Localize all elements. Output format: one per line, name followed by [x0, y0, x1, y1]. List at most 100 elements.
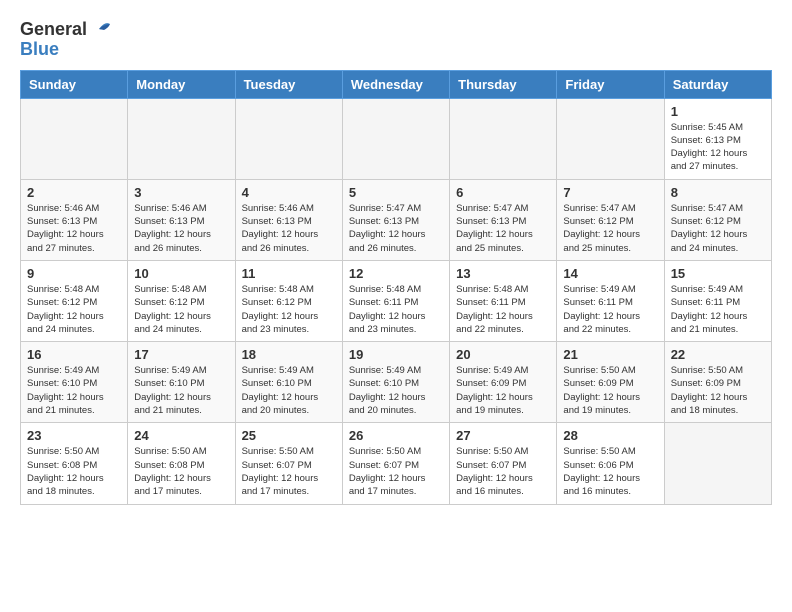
day-number: 9: [27, 266, 121, 281]
calendar-cell: 13 Sunrise: 5:48 AM Sunset: 6:11 PM Dayli…: [450, 260, 557, 341]
calendar-week-row: 2 Sunrise: 5:46 AM Sunset: 6:13 PM Daylig…: [21, 179, 772, 260]
day-number: 12: [349, 266, 443, 281]
calendar-cell: 28 Sunrise: 5:50 AM Sunset: 6:06 PM Dayli…: [557, 423, 664, 504]
calendar-cell: 18 Sunrise: 5:49 AM Sunset: 6:10 PM Dayli…: [235, 342, 342, 423]
calendar-week-row: 16 Sunrise: 5:49 AM Sunset: 6:10 PM Dayli…: [21, 342, 772, 423]
day-detail: Sunrise: 5:49 AM Sunset: 6:11 PM Dayligh…: [671, 283, 765, 336]
calendar-cell: [128, 98, 235, 179]
calendar-cell: 17Sunrise: 5:49 AM Sunset: 6:10 PM Dayli…: [128, 342, 235, 423]
calendar-cell: 26 Sunrise: 5:50 AM Sunset: 6:07 PM Dayli…: [342, 423, 449, 504]
day-number: 27: [456, 428, 550, 443]
day-number: 22: [671, 347, 765, 362]
calendar-cell: 5 Sunrise: 5:47 AM Sunset: 6:13 PM Daylig…: [342, 179, 449, 260]
calendar-cell: [235, 98, 342, 179]
calendar-cell: 12 Sunrise: 5:48 AM Sunset: 6:11 PM Dayli…: [342, 260, 449, 341]
calendar-cell: [21, 98, 128, 179]
day-number: 26: [349, 428, 443, 443]
calendar-cell: [664, 423, 771, 504]
day-number: 19: [349, 347, 443, 362]
calendar-week-row: 9 Sunrise: 5:48 AM Sunset: 6:12 PM Daylig…: [21, 260, 772, 341]
calendar-cell: 14Sunrise: 5:49 AM Sunset: 6:11 PM Dayli…: [557, 260, 664, 341]
calendar-cell: [342, 98, 449, 179]
calendar-cell: 20 Sunrise: 5:49 AM Sunset: 6:09 PM Dayli…: [450, 342, 557, 423]
day-detail: Sunrise: 5:48 AM Sunset: 6:12 PM Dayligh…: [27, 283, 121, 336]
calendar-cell: 27 Sunrise: 5:50 AM Sunset: 6:07 PM Dayli…: [450, 423, 557, 504]
calendar-cell: 1 Sunrise: 5:45 AM Sunset: 6:13 PM Daylig…: [664, 98, 771, 179]
day-of-week-header: Wednesday: [342, 70, 449, 98]
day-detail: Sunrise: 5:46 AM Sunset: 6:13 PM Dayligh…: [134, 202, 228, 255]
day-detail: Sunrise: 5:50 AM Sunset: 6:07 PM Dayligh…: [242, 445, 336, 498]
day-detail: Sunrise: 5:50 AM Sunset: 6:09 PM Dayligh…: [563, 364, 657, 417]
calendar-cell: 15 Sunrise: 5:49 AM Sunset: 6:11 PM Dayli…: [664, 260, 771, 341]
day-number: 23: [27, 428, 121, 443]
calendar-cell: 19 Sunrise: 5:49 AM Sunset: 6:10 PM Dayli…: [342, 342, 449, 423]
day-detail: Sunrise: 5:45 AM Sunset: 6:13 PM Dayligh…: [671, 121, 765, 174]
day-of-week-header: Saturday: [664, 70, 771, 98]
day-detail: Sunrise: 5:48 AM Sunset: 6:11 PM Dayligh…: [349, 283, 443, 336]
day-detail: Sunrise: 5:48 AM Sunset: 6:12 PM Dayligh…: [242, 283, 336, 336]
calendar-cell: 2Sunrise: 5:46 AM Sunset: 6:13 PM Daylig…: [21, 179, 128, 260]
logo-bird-icon: [89, 19, 111, 37]
day-of-week-header: Monday: [128, 70, 235, 98]
day-of-week-header: Tuesday: [235, 70, 342, 98]
logo-blue-text: Blue: [20, 40, 59, 60]
day-detail: Sunrise: 5:49 AM Sunset: 6:10 PM Dayligh…: [349, 364, 443, 417]
day-number: 10: [134, 266, 228, 281]
day-number: 6: [456, 185, 550, 200]
day-number: 18: [242, 347, 336, 362]
calendar-cell: 10 Sunrise: 5:48 AM Sunset: 6:12 PM Dayli…: [128, 260, 235, 341]
day-number: 7: [563, 185, 657, 200]
day-detail: Sunrise: 5:47 AM Sunset: 6:13 PM Dayligh…: [456, 202, 550, 255]
day-number: 25: [242, 428, 336, 443]
calendar-cell: 24 Sunrise: 5:50 AM Sunset: 6:08 PM Dayli…: [128, 423, 235, 504]
day-detail: Sunrise: 5:50 AM Sunset: 6:08 PM Dayligh…: [27, 445, 121, 498]
calendar-week-row: 23 Sunrise: 5:50 AM Sunset: 6:08 PM Dayli…: [21, 423, 772, 504]
day-detail: Sunrise: 5:48 AM Sunset: 6:12 PM Dayligh…: [134, 283, 228, 336]
calendar-cell: 8 Sunrise: 5:47 AM Sunset: 6:12 PM Daylig…: [664, 179, 771, 260]
calendar-cell: [450, 98, 557, 179]
day-number: 1: [671, 104, 765, 119]
day-number: 21: [563, 347, 657, 362]
day-detail: Sunrise: 5:49 AM Sunset: 6:09 PM Dayligh…: [456, 364, 550, 417]
day-number: 15: [671, 266, 765, 281]
day-number: 20: [456, 347, 550, 362]
day-of-week-header: Sunday: [21, 70, 128, 98]
day-detail: Sunrise: 5:50 AM Sunset: 6:07 PM Dayligh…: [349, 445, 443, 498]
day-number: 3: [134, 185, 228, 200]
day-detail: Sunrise: 5:50 AM Sunset: 6:09 PM Dayligh…: [671, 364, 765, 417]
day-detail: Sunrise: 5:50 AM Sunset: 6:06 PM Dayligh…: [563, 445, 657, 498]
calendar-header-row: SundayMondayTuesdayWednesdayThursdayFrid…: [21, 70, 772, 98]
day-of-week-header: Thursday: [450, 70, 557, 98]
calendar-cell: 9 Sunrise: 5:48 AM Sunset: 6:12 PM Daylig…: [21, 260, 128, 341]
calendar-table: SundayMondayTuesdayWednesdayThursdayFrid…: [20, 70, 772, 505]
day-detail: Sunrise: 5:50 AM Sunset: 6:08 PM Dayligh…: [134, 445, 228, 498]
day-detail: Sunrise: 5:47 AM Sunset: 6:12 PM Dayligh…: [563, 202, 657, 255]
day-detail: Sunrise: 5:50 AM Sunset: 6:07 PM Dayligh…: [456, 445, 550, 498]
calendar-cell: 4 Sunrise: 5:46 AM Sunset: 6:13 PM Daylig…: [235, 179, 342, 260]
day-detail: Sunrise: 5:49 AM Sunset: 6:10 PM Dayligh…: [27, 364, 121, 417]
day-number: 4: [242, 185, 336, 200]
day-number: 2: [27, 185, 121, 200]
day-number: 13: [456, 266, 550, 281]
calendar-cell: 11Sunrise: 5:48 AM Sunset: 6:12 PM Dayli…: [235, 260, 342, 341]
day-number: 5: [349, 185, 443, 200]
day-number: 28: [563, 428, 657, 443]
day-number: 8: [671, 185, 765, 200]
day-detail: Sunrise: 5:47 AM Sunset: 6:12 PM Dayligh…: [671, 202, 765, 255]
page-header: General Blue: [20, 20, 772, 60]
day-number: 16: [27, 347, 121, 362]
calendar-cell: 7 Sunrise: 5:47 AM Sunset: 6:12 PM Daylig…: [557, 179, 664, 260]
day-number: 24: [134, 428, 228, 443]
day-detail: Sunrise: 5:49 AM Sunset: 6:10 PM Dayligh…: [242, 364, 336, 417]
calendar-week-row: 1 Sunrise: 5:45 AM Sunset: 6:13 PM Daylig…: [21, 98, 772, 179]
day-detail: Sunrise: 5:47 AM Sunset: 6:13 PM Dayligh…: [349, 202, 443, 255]
calendar-cell: [557, 98, 664, 179]
day-detail: Sunrise: 5:48 AM Sunset: 6:11 PM Dayligh…: [456, 283, 550, 336]
day-detail: Sunrise: 5:49 AM Sunset: 6:11 PM Dayligh…: [563, 283, 657, 336]
calendar-cell: 25 Sunrise: 5:50 AM Sunset: 6:07 PM Dayli…: [235, 423, 342, 504]
calendar-cell: 3 Sunrise: 5:46 AM Sunset: 6:13 PM Daylig…: [128, 179, 235, 260]
day-of-week-header: Friday: [557, 70, 664, 98]
logo-general-text: General: [20, 20, 87, 40]
logo: General Blue: [20, 20, 111, 60]
day-detail: Sunrise: 5:46 AM Sunset: 6:13 PM Dayligh…: [242, 202, 336, 255]
